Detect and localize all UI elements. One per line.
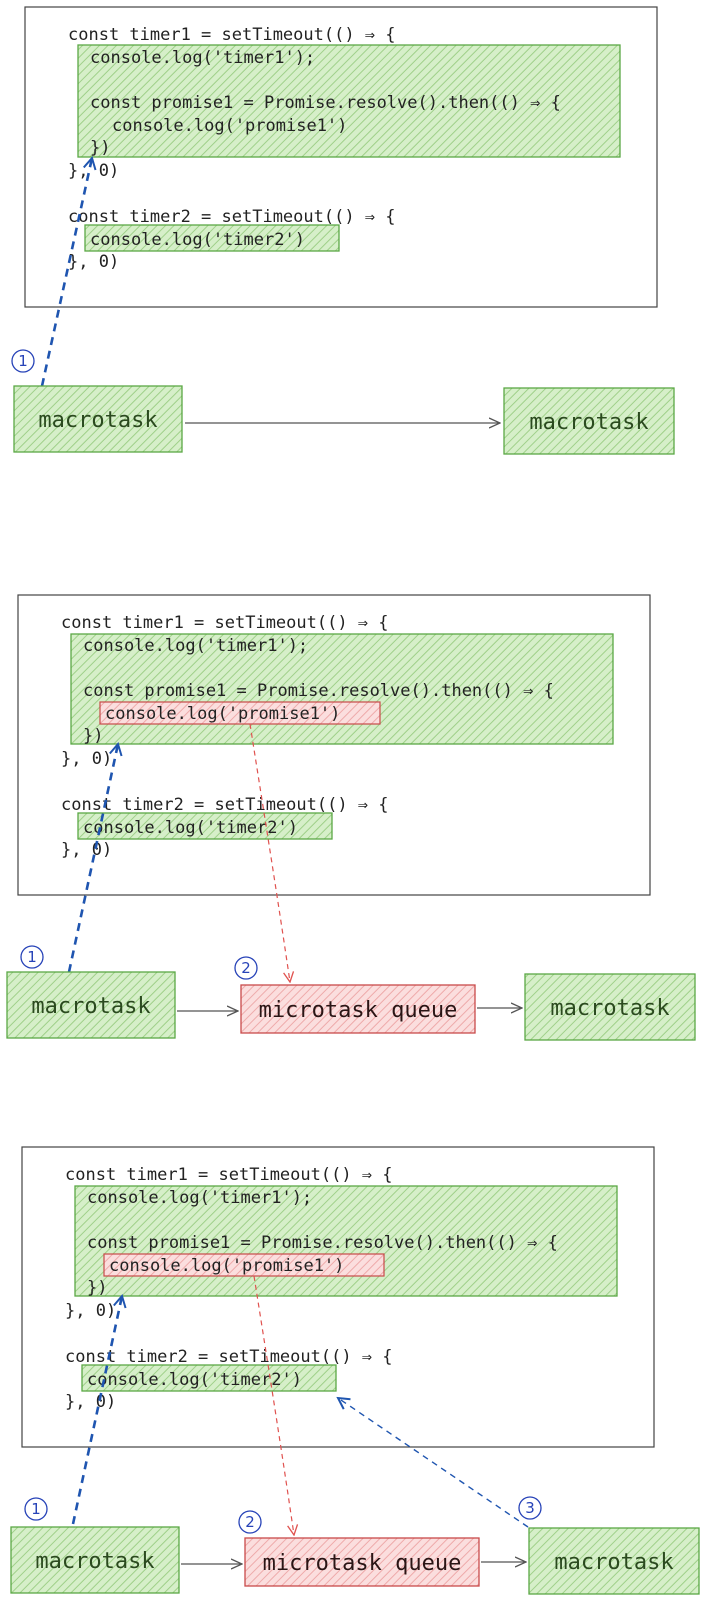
code-line-close-timer1: }, 0)	[65, 1301, 116, 1321]
code-line-log-timer2: console.log('timer2')	[87, 1370, 302, 1390]
panel-3: const timer1 = setTimeout(() ⇒ { console…	[10, 1146, 700, 1595]
step-badge-1-label: 1	[31, 1500, 41, 1518]
macrotask-label: macrotask	[31, 994, 150, 1019]
code-line-log-timer1: console.log('timer1');	[83, 636, 308, 656]
step-badge-1-label: 1	[18, 352, 28, 370]
step-badge-3-label: 3	[525, 1499, 535, 1517]
code-line-log-timer1: console.log('timer1');	[87, 1188, 312, 1208]
code-line-log-promise1: console.log('promise1')	[112, 116, 347, 136]
code-line-promise1-declaration: const promise1 = Promise.resolve().then(…	[87, 1233, 558, 1253]
macrotask-label: macrotask	[554, 1550, 673, 1575]
code-line-close-timer1: }, 0)	[68, 161, 119, 181]
code-line-close-then: })	[90, 138, 110, 158]
code-line-log-promise1: console.log('promise1')	[109, 1256, 344, 1276]
code-line-promise1-declaration: const promise1 = Promise.resolve().then(…	[90, 93, 561, 113]
code-line-log-promise1: console.log('promise1')	[105, 704, 340, 724]
macrotask-label: macrotask	[550, 996, 669, 1021]
code-line-timer2-declaration: const timer2 = setTimeout(() ⇒ {	[68, 207, 396, 227]
code-line-close-then: })	[83, 726, 103, 746]
event-loop-diagram: const timer1 = setTimeout(() ⇒ { console…	[6, 6, 700, 1595]
code-line-log-timer1: console.log('timer1');	[90, 48, 315, 68]
panel-2: const timer1 = setTimeout(() ⇒ { console…	[6, 594, 696, 1041]
code-line-timer1-declaration: const timer1 = setTimeout(() ⇒ {	[61, 613, 389, 633]
code-line-close-timer2: }, 0)	[65, 1392, 116, 1412]
macrotask-label: macrotask	[38, 408, 157, 433]
macrotask-label: macrotask	[529, 410, 648, 435]
panel-1: const timer1 = setTimeout(() ⇒ { console…	[11, 6, 675, 455]
code-line-timer2-declaration: const timer2 = setTimeout(() ⇒ {	[61, 795, 389, 815]
step-badge-2-label: 2	[241, 959, 251, 977]
code-line-close-then: })	[87, 1278, 107, 1298]
code-line-close-timer1: }, 0)	[61, 749, 112, 769]
microtask-queue-label: microtask queue	[259, 998, 458, 1023]
step-badge-2-label: 2	[245, 1513, 255, 1531]
code-line-timer1-declaration: const timer1 = setTimeout(() ⇒ {	[65, 1165, 393, 1185]
code-line-log-timer2: console.log('timer2')	[90, 230, 305, 250]
code-line-timer1-declaration: const timer1 = setTimeout(() ⇒ {	[68, 25, 396, 45]
microtask-queue-label: microtask queue	[263, 1551, 462, 1576]
code-line-close-timer2: }, 0)	[68, 252, 119, 272]
code-line-log-timer2: console.log('timer2')	[83, 818, 298, 838]
step-badge-1-label: 1	[27, 948, 37, 966]
code-line-close-timer2: }, 0)	[61, 840, 112, 860]
code-line-timer2-declaration: const timer2 = setTimeout(() ⇒ {	[65, 1347, 393, 1367]
code-line-promise1-declaration: const promise1 = Promise.resolve().then(…	[83, 681, 554, 701]
macrotask-label: macrotask	[35, 1549, 154, 1574]
